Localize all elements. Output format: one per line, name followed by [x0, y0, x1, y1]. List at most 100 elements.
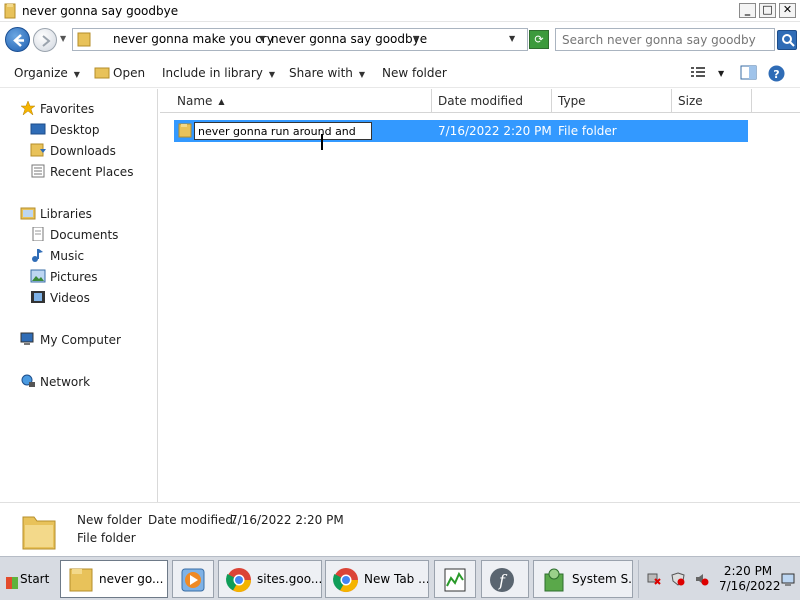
nav-label: Pictures	[50, 270, 98, 284]
media-player-icon	[181, 568, 205, 592]
dropdown-arrow-icon: ▼	[73, 70, 80, 79]
details-date-value: 7/16/2022 2:20 PM	[230, 513, 344, 527]
documents-icon	[32, 227, 44, 241]
help-icon[interactable]: ?	[768, 65, 785, 82]
change-view-icon[interactable]	[690, 65, 706, 79]
open-label: Open	[113, 66, 146, 80]
refresh-button[interactable]: ⟳	[529, 30, 549, 49]
minimize-button[interactable]: _	[739, 3, 756, 18]
share-with-label: Share with	[289, 66, 353, 80]
share-with-button[interactable]: Share with ▼	[289, 66, 365, 80]
column-type[interactable]: Type	[552, 89, 672, 113]
pictures-icon	[30, 269, 46, 283]
computer-icon	[20, 332, 34, 345]
show-desktop-icon[interactable]	[781, 572, 795, 586]
network-icon	[21, 374, 35, 387]
column-size[interactable]: Size	[672, 89, 752, 113]
nav-libraries[interactable]: Libraries	[20, 206, 92, 221]
preview-pane-icon[interactable]	[740, 65, 757, 80]
back-arrow-icon	[13, 34, 24, 47]
large-folder-icon	[22, 516, 56, 550]
taskbar-item-flash[interactable]: f	[481, 560, 529, 598]
search-box[interactable]	[555, 28, 775, 51]
nav-music[interactable]: Music	[30, 248, 84, 263]
forward-button[interactable]	[33, 28, 57, 52]
nav-pictures[interactable]: Pictures	[30, 269, 98, 284]
clock[interactable]: 2:20 PM 7/16/2022	[719, 564, 781, 594]
window-title: never gonna say goodbye	[22, 4, 179, 18]
downloads-folder-icon	[30, 143, 46, 157]
file-date-modified: 7/16/2022 2:20 PM	[438, 124, 552, 138]
folder-icon	[4, 3, 16, 19]
nav-videos[interactable]: Videos	[30, 290, 90, 305]
sort-ascending-icon: ▲	[218, 97, 225, 106]
nav-recent-places[interactable]: Recent Places	[30, 164, 133, 179]
taskbar-item-system-scanner[interactable]: System S...	[533, 560, 633, 598]
taskbar-item-label: System S...	[572, 572, 633, 586]
command-bar: Organize ▼ Open Include in library ▼ Share…	[0, 58, 800, 88]
open-button[interactable]: Open	[94, 66, 145, 80]
search-button[interactable]	[777, 30, 797, 50]
nav-label: Favorites	[40, 102, 95, 116]
back-button[interactable]	[5, 27, 30, 52]
recent-pages-dropdown[interactable]: ▼	[60, 34, 66, 43]
nav-documents[interactable]: Documents	[30, 227, 118, 242]
taskbar-item-task-manager[interactable]	[434, 560, 476, 598]
address-history-dropdown[interactable]: ▼	[509, 34, 515, 43]
nav-label: Music	[50, 249, 85, 263]
column-date-modified[interactable]: Date modified	[432, 89, 552, 113]
nav-network[interactable]: Network	[20, 374, 90, 389]
organize-button[interactable]: Organize ▼	[14, 66, 80, 80]
security-alert-icon[interactable]	[671, 572, 685, 586]
clock-time: 2:20 PM	[723, 564, 773, 578]
file-list: 7/16/2022 2:20 PM File folder	[160, 113, 800, 502]
search-icon	[782, 34, 795, 47]
nav-downloads[interactable]: Downloads	[30, 143, 116, 158]
include-in-library-label: Include in library	[162, 66, 263, 80]
dropdown-arrow-icon: ▼	[268, 70, 276, 79]
flash-icon: f	[490, 568, 514, 592]
column-header: Name ▲ Date modified Type Size	[160, 89, 800, 113]
breadcrumb-item[interactable]: never gonna say goodbye	[271, 32, 427, 46]
taskbar-item-explorer[interactable]: never go...	[60, 560, 168, 598]
nav-my-computer[interactable]: My Computer	[20, 332, 121, 347]
breadcrumb-arrow-icon[interactable]: ▼	[413, 34, 419, 43]
clock-date: 7/16/2022	[719, 579, 781, 593]
column-name-label: Name	[177, 94, 213, 108]
details-type: File folder	[77, 531, 136, 545]
file-type: File folder	[558, 124, 617, 138]
address-bar[interactable]: never gonna make you cry ▼ never gonna s…	[72, 28, 528, 51]
start-label: Start	[20, 572, 50, 586]
videos-icon	[31, 291, 45, 303]
network-status-icon[interactable]	[647, 572, 661, 586]
taskbar-item-chrome-newtab[interactable]: New Tab ...	[325, 560, 429, 598]
column-name[interactable]: Name ▲	[170, 89, 432, 113]
rename-input[interactable]	[194, 122, 372, 140]
recent-places-icon	[31, 164, 45, 178]
navigation-pane: Favorites Desktop Downloads Recent Place…	[0, 89, 158, 502]
nav-label: My Computer	[40, 333, 121, 347]
breadcrumb-item[interactable]: never gonna make you cry	[113, 32, 274, 46]
new-folder-button[interactable]: New folder	[382, 66, 447, 80]
file-row[interactable]: 7/16/2022 2:20 PM File folder	[174, 120, 748, 150]
close-button[interactable]: ✕	[779, 3, 796, 18]
dropdown-arrow-icon: ▼	[358, 70, 366, 79]
task-manager-icon	[444, 568, 466, 592]
maximize-button[interactable]: □	[759, 3, 776, 18]
taskbar-item-label: never go...	[99, 572, 164, 586]
nav-desktop[interactable]: Desktop	[30, 122, 100, 137]
search-input[interactable]	[556, 29, 756, 50]
taskbar-item-media-player[interactable]	[172, 560, 214, 598]
desktop-icon	[30, 123, 46, 135]
details-date-label: Date modified:	[148, 513, 238, 527]
breadcrumb-arrow-icon[interactable]: ▼	[259, 34, 265, 43]
nav-label: Network	[40, 375, 91, 389]
nav-label: Downloads	[50, 144, 116, 158]
include-in-library-button[interactable]: Include in library ▼	[162, 66, 275, 80]
nav-favorites[interactable]: Favorites	[20, 101, 94, 116]
nav-label: Desktop	[50, 123, 100, 137]
view-options-dropdown[interactable]: ▼	[718, 69, 724, 78]
volume-icon[interactable]	[695, 572, 709, 586]
taskbar-item-chrome-sites[interactable]: sites.goo...	[218, 560, 322, 598]
start-button[interactable]: Start	[2, 563, 52, 595]
